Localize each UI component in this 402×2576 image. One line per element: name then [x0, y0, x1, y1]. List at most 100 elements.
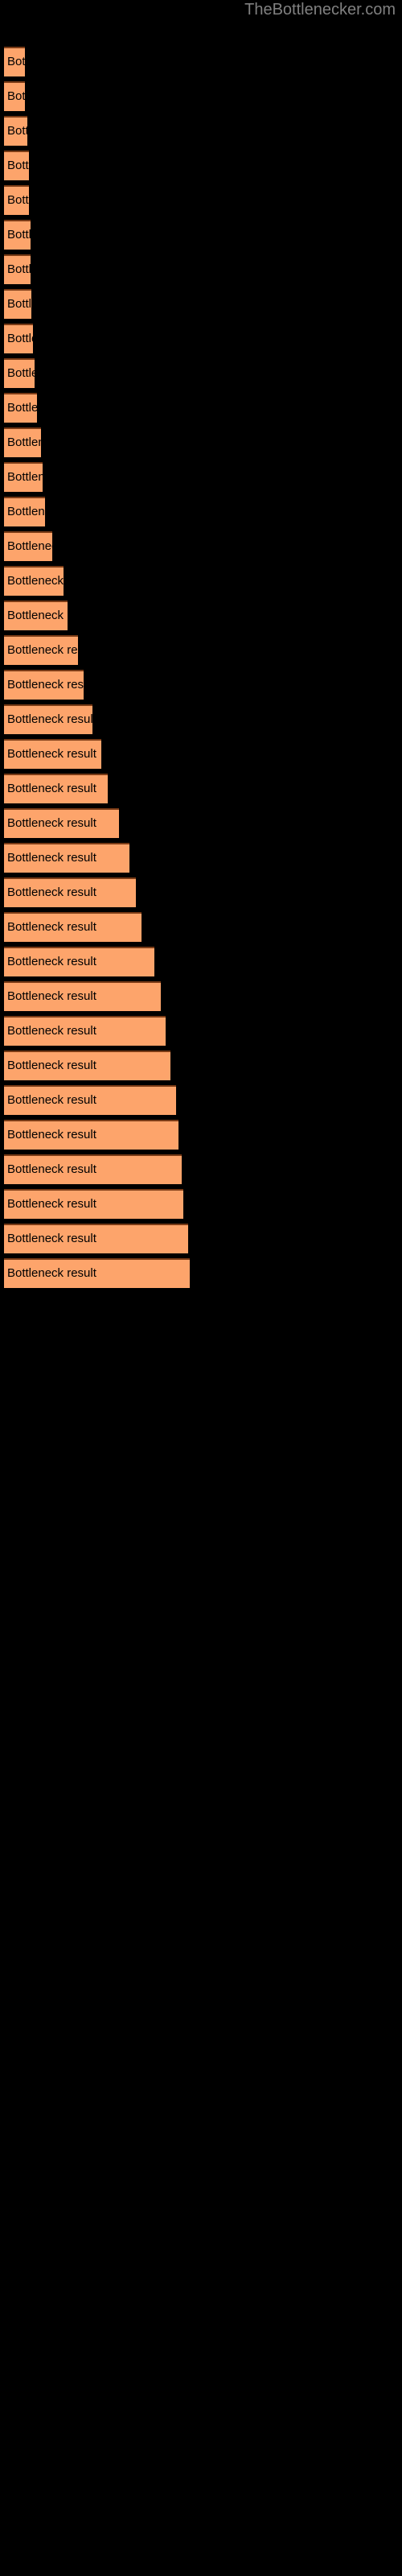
- bar-clip: Bottleneck result: [4, 1224, 188, 1253]
- bar-clip: Bottleneck result: [4, 843, 129, 873]
- bar-row[interactable]: Bottleneck result: [4, 151, 29, 180]
- bar[interactable]: [4, 47, 25, 76]
- bar-row[interactable]: Bottleneck result: [4, 774, 108, 803]
- bar-row[interactable]: Bottleneck result: [4, 566, 64, 596]
- bar[interactable]: [4, 670, 84, 700]
- bar-row[interactable]: Bottleneck result: [4, 254, 31, 284]
- bar-clip: Bottleneck result: [4, 254, 31, 284]
- bar-clip: Bottleneck result: [4, 947, 154, 976]
- bar[interactable]: [4, 116, 27, 146]
- bar-row[interactable]: Bottleneck result: [4, 427, 41, 457]
- bar-row[interactable]: Bottleneck result: [4, 1154, 182, 1184]
- bar-row[interactable]: Bottleneck result: [4, 1051, 170, 1080]
- bar[interactable]: [4, 808, 119, 838]
- bar-row[interactable]: Bottleneck result: [4, 358, 35, 388]
- bar-row[interactable]: Bottleneck result: [4, 462, 43, 492]
- bar-clip: Bottleneck result: [4, 81, 25, 111]
- bar-row[interactable]: Bottleneck result: [4, 324, 33, 353]
- bar-row[interactable]: Bottleneck result: [4, 220, 31, 250]
- bar-row[interactable]: Bottleneck result: [4, 981, 161, 1011]
- bar-row[interactable]: Bottleneck result: [4, 704, 92, 734]
- bar-clip: Bottleneck result: [4, 877, 136, 907]
- bar[interactable]: [4, 358, 35, 388]
- bar-row[interactable]: Bottleneck result: [4, 393, 37, 423]
- bar[interactable]: [4, 497, 45, 526]
- bar[interactable]: [4, 947, 154, 976]
- bar-row[interactable]: Bottleneck result: [4, 47, 25, 76]
- bar[interactable]: [4, 393, 37, 423]
- bar-row[interactable]: Bottleneck result: [4, 947, 154, 976]
- bar-clip: Bottleneck result: [4, 774, 108, 803]
- bar-row[interactable]: Bottleneck result: [4, 877, 136, 907]
- bar-row[interactable]: Bottleneck result: [4, 289, 31, 319]
- bar[interactable]: [4, 635, 78, 665]
- bar-row[interactable]: Bottleneck result: [4, 1085, 176, 1115]
- bar[interactable]: [4, 774, 108, 803]
- bar-row[interactable]: Bottleneck result: [4, 497, 45, 526]
- bar[interactable]: [4, 81, 25, 111]
- bar-clip: Bottleneck result: [4, 1085, 176, 1115]
- bar-clip: Bottleneck result: [4, 566, 64, 596]
- bar-clip: Bottleneck result: [4, 601, 68, 630]
- bar[interactable]: [4, 981, 161, 1011]
- bar-row[interactable]: Bottleneck result: [4, 843, 129, 873]
- bar[interactable]: [4, 1189, 183, 1219]
- bar-clip: Bottleneck result: [4, 393, 37, 423]
- bar[interactable]: [4, 220, 31, 250]
- bar-row[interactable]: Bottleneck result: [4, 670, 84, 700]
- bar-clip: Bottleneck result: [4, 1016, 166, 1046]
- bar-row[interactable]: Bottleneck result: [4, 1224, 188, 1253]
- bar-clip: Bottleneck result: [4, 185, 29, 215]
- bar[interactable]: [4, 427, 41, 457]
- bar[interactable]: [4, 912, 142, 942]
- bar-clip: Bottleneck result: [4, 1120, 178, 1150]
- bar-clip: Bottleneck result: [4, 704, 92, 734]
- bar-clip: Bottleneck result: [4, 635, 78, 665]
- bar-clip: Bottleneck result: [4, 1051, 170, 1080]
- bar[interactable]: [4, 877, 136, 907]
- bar[interactable]: [4, 462, 43, 492]
- bar-row[interactable]: Bottleneck result: [4, 1189, 183, 1219]
- bar-row[interactable]: Bottleneck result: [4, 808, 119, 838]
- bar[interactable]: [4, 1051, 170, 1080]
- bar[interactable]: [4, 1120, 178, 1150]
- bar[interactable]: [4, 1258, 190, 1288]
- bar[interactable]: [4, 324, 33, 353]
- bar[interactable]: [4, 254, 31, 284]
- bar[interactable]: [4, 566, 64, 596]
- bar[interactable]: [4, 151, 29, 180]
- bar-row[interactable]: Bottleneck result: [4, 739, 101, 769]
- bar[interactable]: [4, 1154, 182, 1184]
- bar-clip: Bottleneck result: [4, 47, 25, 76]
- bar-clip: Bottleneck result: [4, 427, 41, 457]
- bar[interactable]: [4, 1224, 188, 1253]
- bar[interactable]: [4, 601, 68, 630]
- bar-clip: Bottleneck result: [4, 1258, 190, 1288]
- bar-row[interactable]: Bottleneck result: [4, 185, 29, 215]
- bar-clip: Bottleneck result: [4, 289, 31, 319]
- bar[interactable]: [4, 704, 92, 734]
- bar-row[interactable]: Bottleneck result: [4, 531, 52, 561]
- bar-series-container: Bottleneck result Bottleneck result Bottle…: [0, 0, 402, 2576]
- bar[interactable]: [4, 1085, 176, 1115]
- bar-row[interactable]: Bottleneck result: [4, 912, 142, 942]
- bar[interactable]: [4, 739, 101, 769]
- bar[interactable]: [4, 531, 52, 561]
- bar-clip: Bottleneck result: [4, 1189, 183, 1219]
- bar-row[interactable]: Bottleneck result: [4, 601, 68, 630]
- bar[interactable]: [4, 843, 129, 873]
- bottleneck-bar-chart: TheBottlenecker.com Bottleneck resultBot…: [0, 0, 402, 2576]
- bar-clip: Bottleneck result: [4, 462, 43, 492]
- bar-clip: Bottleneck result: [4, 358, 35, 388]
- bar[interactable]: [4, 289, 31, 319]
- bar-clip: Bottleneck result: [4, 324, 33, 353]
- bar-row[interactable]: Bottleneck result: [4, 1016, 166, 1046]
- bar[interactable]: [4, 185, 29, 215]
- bar-row[interactable]: Bottleneck result: [4, 81, 25, 111]
- bar-row[interactable]: Bottleneck result: [4, 116, 27, 146]
- bar-row[interactable]: Bottleneck result: [4, 1258, 190, 1288]
- bar[interactable]: [4, 1016, 166, 1046]
- bar-row[interactable]: Bottleneck result: [4, 635, 78, 665]
- bar-row[interactable]: Bottleneck result: [4, 1120, 178, 1150]
- bar-clip: Bottleneck result: [4, 151, 29, 180]
